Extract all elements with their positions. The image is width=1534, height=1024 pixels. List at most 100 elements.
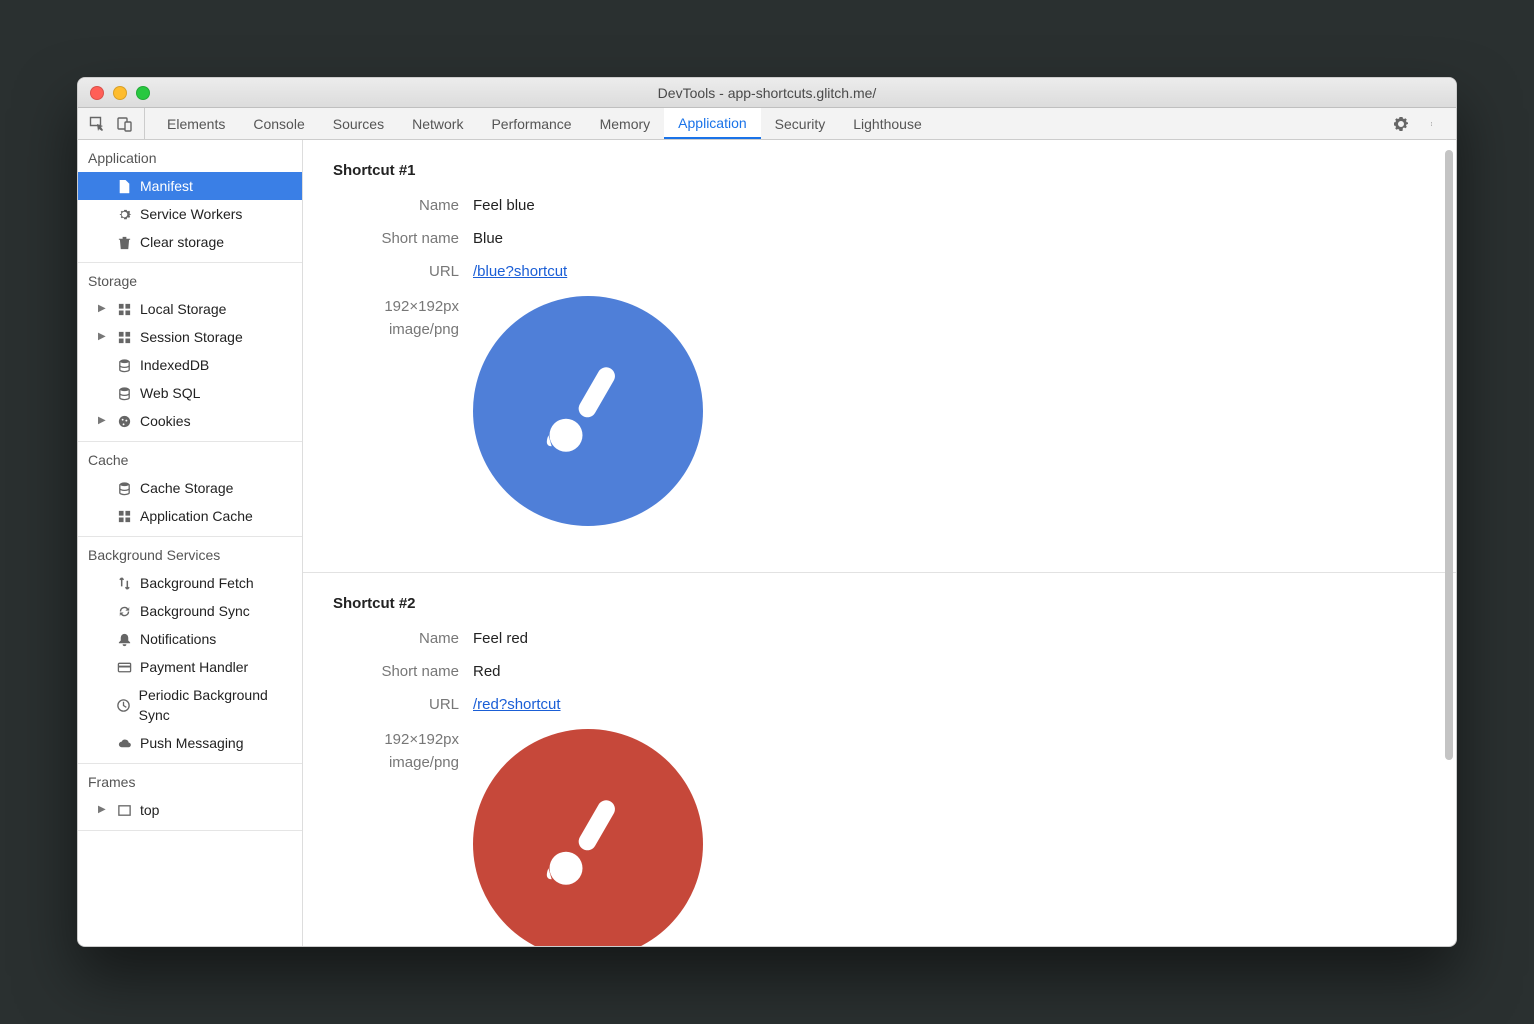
inspect-icon[interactable]: [88, 115, 106, 133]
sidebar: Application Manifest Service Workers Clear …: [78, 140, 303, 946]
sidebar-item-push-messaging[interactable]: Push Messaging: [78, 729, 302, 757]
sidebar-item-cookies[interactable]: ▶Cookies: [78, 407, 302, 435]
shortcut-short-name: Red: [473, 663, 501, 680]
shortcut-short-name: Blue: [473, 230, 503, 247]
field-label: Short name: [333, 230, 473, 247]
shortcut-url-link[interactable]: /blue?shortcut: [473, 263, 567, 280]
shortcut-url-link[interactable]: /red?shortcut: [473, 696, 561, 713]
shortcut-name: Feel red: [473, 630, 528, 647]
sidebar-item-top[interactable]: ▶ top: [78, 796, 302, 824]
cookie-icon: [116, 413, 132, 429]
close-window-button[interactable]: [90, 86, 104, 100]
minimize-window-button[interactable]: [113, 86, 127, 100]
field-label: Name: [333, 197, 473, 214]
tab-application[interactable]: Application: [664, 108, 761, 139]
field-label: Short name: [333, 663, 473, 680]
expand-arrow-icon: ▶: [98, 800, 108, 820]
sidebar-item-label: Cookies: [140, 411, 191, 431]
sidebar-item-label: Notifications: [140, 629, 216, 649]
sidebar-item-label: Background Sync: [140, 601, 250, 621]
tab-performance[interactable]: Performance: [477, 108, 585, 139]
sidebar-item-web-sql[interactable]: Web SQL: [78, 379, 302, 407]
sidebar-item-label: Push Messaging: [140, 733, 244, 753]
bell-icon: [116, 631, 132, 647]
scrollbar[interactable]: [1445, 150, 1453, 760]
grid-icon: [116, 329, 132, 345]
tab-security[interactable]: Security: [761, 108, 840, 139]
sidebar-item-clear-storage[interactable]: Clear storage: [78, 228, 302, 256]
trash-icon: [116, 234, 132, 250]
card-icon: [116, 659, 132, 675]
icon-meta: 192×192pximage/png: [333, 296, 473, 341]
tab-sources[interactable]: Sources: [319, 108, 398, 139]
gear-icon: [116, 206, 132, 222]
sidebar-group-title: Frames: [78, 764, 302, 796]
traffic-lights: [90, 86, 150, 100]
tab-console[interactable]: Console: [239, 108, 318, 139]
clock-icon: [115, 697, 130, 713]
brush-icon: [533, 356, 643, 466]
devtools-window: DevTools - app-shortcuts.glitch.me/ Elem…: [77, 77, 1457, 947]
titlebar: DevTools - app-shortcuts.glitch.me/: [78, 78, 1456, 108]
sidebar-item-label: Service Workers: [140, 204, 242, 224]
sidebar-item-service-workers[interactable]: Service Workers: [78, 200, 302, 228]
sidebar-item-cache-storage[interactable]: Cache Storage: [78, 474, 302, 502]
sidebar-item-indexeddb[interactable]: IndexedDB: [78, 351, 302, 379]
icon-meta: 192×192pximage/png: [333, 729, 473, 774]
sidebar-item-label: IndexedDB: [140, 355, 209, 375]
more-icon[interactable]: [1424, 115, 1442, 133]
sidebar-group-title: Cache: [78, 442, 302, 474]
window-title: DevTools - app-shortcuts.glitch.me/: [78, 85, 1456, 101]
brush-icon: [533, 789, 643, 899]
sidebar-item-label: Background Fetch: [140, 573, 254, 593]
sidebar-item-label: Manifest: [140, 176, 193, 196]
maximize-window-button[interactable]: [136, 86, 150, 100]
sidebar-item-background-fetch[interactable]: Background Fetch: [78, 569, 302, 597]
sidebar-item-manifest[interactable]: Manifest: [78, 172, 302, 200]
shortcut-section: Shortcut #1NameFeel blueShort nameBlueUR…: [303, 140, 1456, 573]
grid-icon: [116, 508, 132, 524]
sidebar-item-local-storage[interactable]: ▶ Local Storage: [78, 295, 302, 323]
tab-lighthouse[interactable]: Lighthouse: [839, 108, 936, 139]
field-label: Name: [333, 630, 473, 647]
sidebar-item-payment-handler[interactable]: Payment Handler: [78, 653, 302, 681]
db-icon: [116, 357, 132, 373]
db-icon: [116, 385, 132, 401]
shortcut-icon-preview: [473, 729, 703, 946]
sidebar-item-label: Application Cache: [140, 506, 253, 526]
tab-elements[interactable]: Elements: [153, 108, 239, 139]
tab-memory[interactable]: Memory: [586, 108, 665, 139]
sidebar-item-periodic-background-sync[interactable]: Periodic Background Sync: [78, 681, 302, 729]
frame-icon: [116, 802, 132, 818]
sidebar-item-notifications[interactable]: Notifications: [78, 625, 302, 653]
sidebar-item-label: Web SQL: [140, 383, 200, 403]
sidebar-item-background-sync[interactable]: Background Sync: [78, 597, 302, 625]
cloud-icon: [116, 735, 132, 751]
db-icon: [116, 480, 132, 496]
sidebar-item-label: Payment Handler: [140, 657, 248, 677]
field-label: URL: [333, 696, 473, 713]
sidebar-group-title: Storage: [78, 263, 302, 295]
settings-icon[interactable]: [1392, 115, 1410, 133]
sidebar-item-label: Periodic Background Sync: [139, 685, 294, 725]
shortcut-name: Feel blue: [473, 197, 535, 214]
sync-icon: [116, 603, 132, 619]
field-label: URL: [333, 263, 473, 280]
sidebar-item-label: Cache Storage: [140, 478, 233, 498]
sidebar-group-title: Application: [78, 140, 302, 172]
sidebar-group-title: Background Services: [78, 537, 302, 569]
shortcut-icon-preview: [473, 296, 703, 526]
sidebar-item-label: top: [140, 800, 159, 820]
expand-arrow-icon: ▶: [98, 327, 108, 347]
tab-network[interactable]: Network: [398, 108, 477, 139]
device-toggle-icon[interactable]: [116, 115, 134, 133]
sidebar-item-session-storage[interactable]: ▶ Session Storage: [78, 323, 302, 351]
sidebar-item-application-cache[interactable]: Application Cache: [78, 502, 302, 530]
sidebar-item-label: Local Storage: [140, 299, 226, 319]
sidebar-item-label: Session Storage: [140, 327, 243, 347]
file-icon: [116, 178, 132, 194]
main-panel: Shortcut #1NameFeel blueShort nameBlueUR…: [303, 140, 1456, 946]
expand-arrow-icon: ▶: [98, 299, 108, 319]
tab-bar: ElementsConsoleSourcesNetworkPerformance…: [78, 108, 1456, 140]
sidebar-item-label: Clear storage: [140, 232, 224, 252]
